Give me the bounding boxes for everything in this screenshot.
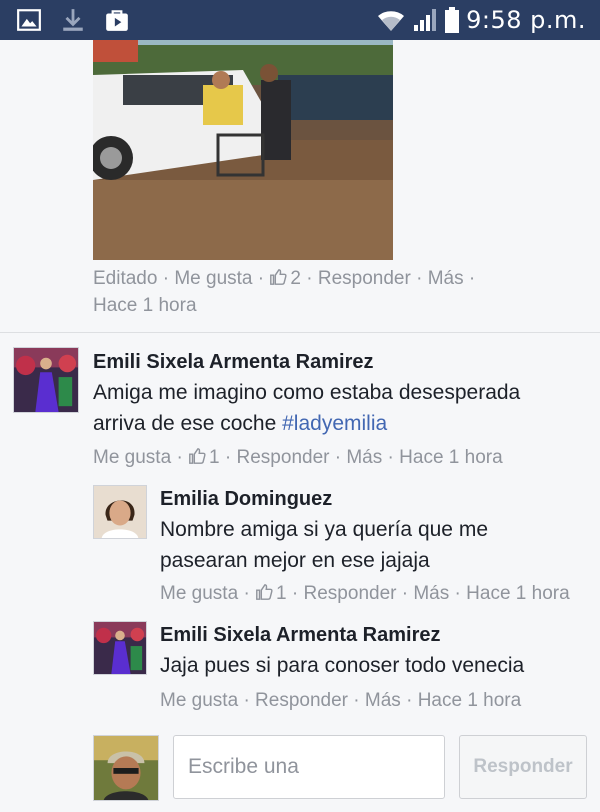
reply-input[interactable] [173, 735, 445, 799]
likes-count[interactable]: 1 [209, 447, 220, 468]
avatar[interactable] [93, 621, 147, 675]
more-link[interactable]: Más [346, 447, 382, 468]
comment-meta: Me gusta · 1 · Responder · Más · Hace 1 … [160, 583, 570, 604]
thumbs-up-icon [189, 448, 206, 464]
comment-text-line: Jaja pues si para conoser todo venecia [160, 654, 525, 677]
hashtag-link[interactable]: #ladyemilia [282, 412, 387, 435]
like-link[interactable]: Me gusta [160, 690, 238, 711]
comment-text: Amiga me imagino como estaba desesperada… [93, 377, 520, 439]
comment-meta: Me gusta · Responder · Más · Hace 1 hora [160, 690, 522, 711]
like-link[interactable]: Me gusta [93, 447, 171, 468]
like-link[interactable]: Me gusta [174, 268, 252, 289]
reply-link[interactable]: Responder [237, 447, 330, 468]
like-link[interactable]: Me gusta [160, 583, 238, 604]
comment-text: Jaja pues si para conoser todo venecia [160, 650, 524, 681]
comment-meta: Me gusta · 1 · Responder · Más · Hace 1 … [93, 447, 503, 468]
reply-link[interactable]: Responder [255, 690, 348, 711]
status-bar: 9:58 p.m. [0, 0, 600, 40]
shopping-bag-icon [106, 10, 128, 31]
more-link[interactable]: Más [365, 690, 401, 711]
avatar[interactable] [13, 347, 79, 413]
avatar[interactable] [93, 485, 147, 539]
wifi-icon [378, 11, 405, 31]
thumbs-up-icon [270, 269, 287, 285]
reply-link[interactable]: Responder [304, 583, 397, 604]
comment-time: Hace 1 hora [466, 583, 570, 604]
reply-link[interactable]: Responder [318, 268, 411, 289]
comment-author[interactable]: Emili Sixela Armenta Ramirez [160, 624, 441, 647]
download-icon [63, 9, 83, 31]
post-photo[interactable] [93, 40, 393, 260]
comment-text: Nombre amiga si ya quería que me paseara… [160, 514, 488, 576]
status-time: 9:58 p.m. [466, 6, 586, 34]
comment-author[interactable]: Emilia Dominguez [160, 488, 332, 511]
divider [0, 332, 600, 333]
comment-text-line: Amiga me imagino como estaba desesperada [93, 381, 521, 404]
comment-author[interactable]: Emili Sixela Armenta Ramirez [93, 351, 374, 374]
more-link[interactable]: Más [413, 583, 449, 604]
post-meta: Editado · Me gusta · 2 · Responder · Más… [93, 268, 476, 289]
more-link[interactable]: Más [428, 268, 464, 289]
reply-button[interactable]: Responder [459, 735, 587, 799]
battery-icon [445, 7, 460, 33]
comment-time: Hace 1 hora [399, 447, 503, 468]
likes-count[interactable]: 1 [276, 583, 287, 604]
edited-label[interactable]: Editado [93, 268, 157, 289]
image-icon [17, 9, 41, 31]
avatar[interactable] [93, 735, 159, 801]
comment-text-line: pasearan mejor en ese jajaja [160, 549, 430, 572]
comment-text-line: arriva de ese coche #ladyemilia [93, 408, 520, 439]
comment-time: Hace 1 hora [417, 690, 522, 711]
comment-text-line: Nombre amiga si ya quería que me [160, 518, 488, 541]
thumbs-up-icon [256, 584, 273, 600]
comment-text-span: arriva de ese coche [93, 412, 277, 435]
signal-icon [414, 9, 437, 31]
post-time: Hace 1 hora [93, 295, 197, 316]
likes-count[interactable]: 2 [290, 268, 301, 289]
